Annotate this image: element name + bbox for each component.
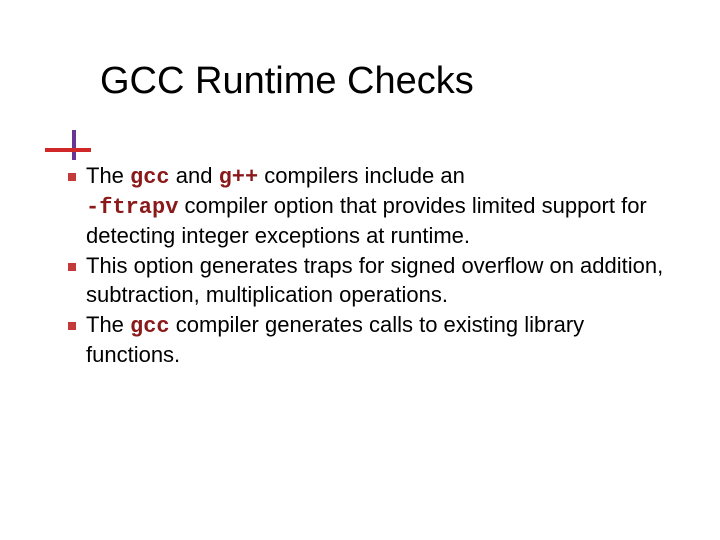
bullet-text: compilers include an [258,163,465,188]
code-span: gcc [130,165,170,190]
slide-body: The gcc and g++ compilers include an -ft… [68,162,680,371]
bullet-item: The gcc compiler generates calls to exis… [68,311,680,369]
bullet-text: The [86,312,130,337]
bullet-text: This option generates traps for signed o… [86,253,663,306]
bullet-text: The [86,163,130,188]
bullet-item: This option generates traps for signed o… [68,252,680,308]
bullet-text: and [170,163,219,188]
accent-vertical [72,130,76,160]
bullet-item: The gcc and g++ compilers include an -ft… [68,162,680,250]
code-span: -ftrapv [86,195,178,220]
code-span: g++ [219,165,259,190]
title-block: GCC Runtime Checks [60,60,474,103]
slide-title: GCC Runtime Checks [100,60,474,103]
code-span: gcc [130,314,170,339]
accent-horizontal [45,148,91,152]
slide: GCC Runtime Checks The gcc and g++ compi… [0,0,720,540]
